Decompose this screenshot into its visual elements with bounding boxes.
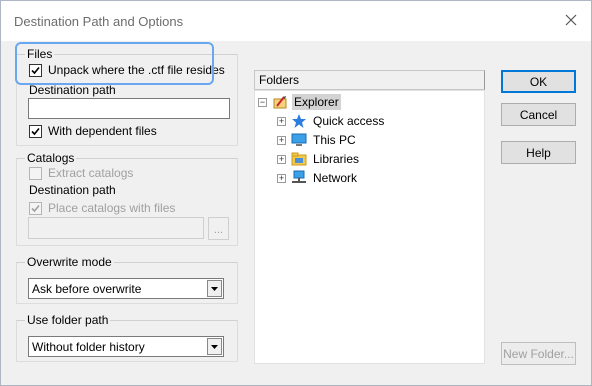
place-catalogs-label: Place catalogs with files — [48, 201, 176, 215]
tree-item-network[interactable]: + Network — [277, 170, 359, 186]
tree-label[interactable]: Libraries — [311, 151, 361, 167]
unpack-checkbox[interactable] — [29, 63, 42, 77]
chevron-down-icon — [211, 286, 218, 291]
overwrite-mode-legend: Overwrite mode — [25, 255, 114, 269]
help-button[interactable]: Help — [501, 141, 576, 164]
catalogs-path-input[interactable] — [28, 217, 204, 239]
browse-button[interactable]: ... — [208, 217, 229, 240]
dependent-files-checkbox[interactable] — [29, 124, 42, 138]
folder-path-legend: Use folder path — [25, 313, 111, 327]
tree-label[interactable]: Explorer — [292, 94, 341, 110]
tree-item-this-pc[interactable]: + This PC — [277, 132, 358, 148]
dropdown-arrow[interactable] — [207, 280, 222, 297]
cancel-button[interactable]: Cancel — [501, 103, 576, 126]
explorer-icon — [273, 96, 287, 109]
overwrite-mode-value: Ask before overwrite — [32, 281, 142, 296]
destination-dialog: Destination Path and Options Files Unpac… — [0, 0, 592, 386]
libraries-icon — [291, 152, 307, 166]
checkmark-icon — [31, 127, 40, 135]
window-title: Destination Path and Options — [14, 14, 184, 29]
extract-catalogs-label: Extract catalogs — [48, 166, 134, 180]
unpack-checkbox-row[interactable]: Unpack where the .ctf file resides — [29, 63, 225, 77]
overwrite-mode-select[interactable]: Ask before overwrite — [28, 278, 224, 299]
expand-icon[interactable]: + — [277, 116, 286, 126]
tree-item-quick-access[interactable]: + Quick access — [277, 113, 386, 129]
expand-icon[interactable]: + — [277, 173, 286, 183]
dependent-files-checkbox-row[interactable]: With dependent files — [29, 124, 157, 138]
tree-label[interactable]: Quick access — [311, 113, 386, 129]
dropdown-arrow[interactable] — [207, 338, 222, 355]
tree-label[interactable]: This PC — [311, 132, 358, 148]
expand-icon[interactable]: + — [277, 135, 286, 145]
catalogs-destination-path-label: Destination path — [29, 183, 116, 197]
new-folder-button[interactable]: New Folder... — [501, 342, 576, 365]
ok-button[interactable]: OK — [501, 70, 576, 93]
place-catalogs-checkbox[interactable] — [29, 201, 42, 215]
checkmark-icon — [31, 66, 40, 74]
network-icon — [292, 170, 306, 183]
close-button[interactable] — [561, 10, 581, 30]
close-icon — [565, 14, 577, 26]
extract-catalogs-checkbox-row[interactable]: Extract catalogs — [29, 166, 133, 180]
files-destination-path-label: Destination path — [29, 83, 116, 97]
chevron-down-icon — [211, 344, 218, 349]
destination-path-input[interactable] — [28, 98, 230, 119]
folder-path-value: Without folder history — [32, 339, 145, 354]
tree-item-libraries[interactable]: + Libraries — [277, 151, 361, 167]
catalogs-legend: Catalogs — [25, 151, 77, 165]
checkmark-icon — [31, 204, 40, 212]
unpack-label: Unpack where the .ctf file resides — [48, 63, 225, 77]
extract-catalogs-checkbox[interactable] — [29, 166, 42, 180]
tree-label[interactable]: Network — [311, 170, 359, 186]
title-bar: Destination Path and Options — [1, 1, 591, 41]
expand-icon[interactable]: + — [277, 154, 286, 164]
dependent-files-label: With dependent files — [48, 124, 157, 138]
files-legend: Files — [25, 47, 55, 61]
collapse-icon[interactable]: − — [258, 97, 267, 107]
place-catalogs-checkbox-row[interactable]: Place catalogs with files — [29, 201, 175, 215]
tree-root-explorer[interactable]: − Explorer — [258, 94, 341, 110]
quick-access-icon — [292, 114, 306, 128]
folder-tree[interactable]: − Explorer + Quick access + This PC + Li… — [254, 90, 485, 364]
folders-header: Folders — [254, 70, 485, 90]
folder-path-select[interactable]: Without folder history — [28, 336, 224, 357]
this-pc-icon — [291, 133, 307, 146]
